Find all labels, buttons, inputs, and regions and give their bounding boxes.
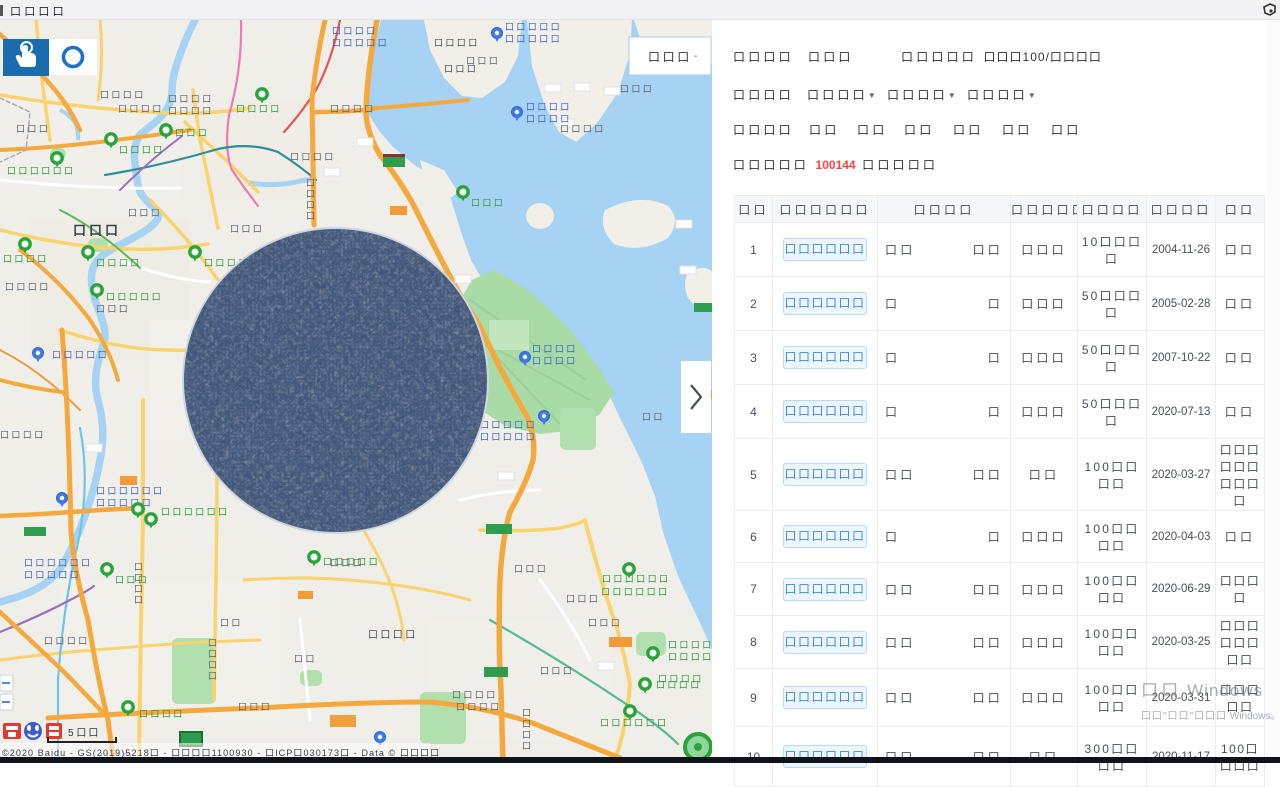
- svg-text:口口口口: 口口口口: [139, 709, 185, 719]
- svg-text:5 口口: 5 口口: [68, 728, 100, 739]
- svg-text:口口口口: 口口口口: [560, 124, 606, 134]
- svg-text:口口口口: 口口口口: [236, 104, 282, 114]
- svg-text:口口口口: 口口口口: [368, 630, 418, 641]
- svg-text:口口: 口口: [294, 654, 317, 664]
- svg-text:口口口: 口口口: [540, 666, 574, 676]
- svg-text:口口口口: 口口口口: [100, 90, 146, 100]
- svg-text:口口口口: 口口口口: [119, 145, 165, 155]
- svg-text:口口口口口口: 口口口口口口: [24, 558, 92, 568]
- svg-text:口口口: 口口口: [128, 208, 162, 218]
- svg-text:口口口口: 口口口口: [96, 258, 142, 268]
- svg-text:口口口口口: 口口口口口: [323, 557, 380, 567]
- svg-text:口口口口: 口口口口: [330, 104, 376, 114]
- svg-text:口口口: 口口口: [566, 594, 600, 604]
- svg-text:口口口口: 口口口口: [452, 690, 498, 700]
- svg-text:口口: 口口: [220, 618, 243, 628]
- svg-text:口口口口: 口口口口: [526, 102, 572, 112]
- svg-text:口口口口: 口口口口: [290, 152, 336, 162]
- svg-text:口口口口: 口口口口: [0, 430, 46, 440]
- svg-text:口口口口口: 口口口口口: [480, 432, 537, 442]
- svg-text:口口口: 口口口: [230, 224, 264, 234]
- svg-text:口口口口口: 口口口口口: [332, 38, 389, 48]
- svg-text:口口口: 口口口: [16, 124, 50, 134]
- svg-text:口口口口: 口口口口: [521, 708, 531, 752]
- svg-text:口口口口口: 口口口口口: [480, 420, 537, 430]
- svg-text:口口口口口口: 口口口口口口: [7, 166, 75, 176]
- svg-text:口口口口: 口口口口: [44, 636, 90, 646]
- svg-text:口口口: 口口口: [444, 64, 478, 74]
- svg-text:口口口: 口口口: [620, 84, 654, 94]
- svg-text:口口口口口口: 口口口口口口: [601, 587, 669, 597]
- svg-text:口口口口口口: 口口口口口口: [602, 574, 670, 584]
- svg-text:口口: 口口: [642, 412, 665, 422]
- svg-text:口口口口口口: 口口口口口口: [161, 507, 229, 517]
- svg-text:口口口口: 口口口口: [456, 702, 502, 712]
- svg-text:口口口口口: 口口口口口: [505, 34, 562, 44]
- svg-text:口口口口: 口口口口: [305, 178, 315, 222]
- svg-text:口口口: 口口口: [96, 304, 130, 314]
- svg-text:口口口口口: 口口口口口: [505, 22, 562, 32]
- svg-text:口口口口口: 口口口口口: [24, 570, 81, 580]
- svg-text:口口口: 口口口: [73, 223, 121, 238]
- svg-text:口口口口: 口口口口: [532, 344, 578, 354]
- svg-text:口口口口口: 口口口口口: [96, 498, 153, 508]
- svg-text:口口口: 口口口: [648, 50, 692, 64]
- svg-text:口口口: 口口口: [471, 198, 505, 208]
- svg-text:口口口口: 口口口口: [668, 652, 712, 662]
- svg-text:口口口口: 口口口口: [656, 680, 702, 690]
- svg-text:口口口口: 口口口口: [332, 26, 378, 36]
- svg-text:口口口: 口口口: [175, 128, 209, 138]
- svg-text:口口口口: 口口口口: [532, 356, 578, 366]
- svg-text:口口口: 口口口: [238, 702, 272, 712]
- svg-text:口口口: 口口口: [115, 575, 149, 585]
- svg-text:口口口: 口口口: [588, 618, 622, 628]
- svg-text:口口口口: 口口口口: [118, 104, 164, 114]
- svg-text:口口口口口口: 口口口口口口: [96, 486, 164, 496]
- svg-text:口口口口口: 口口口口口: [52, 350, 109, 360]
- svg-text:口口口口: 口口口口: [168, 106, 214, 116]
- svg-text:口口口口: 口口口口: [207, 638, 217, 682]
- svg-text:口口口口口: 口口口口口: [668, 640, 712, 650]
- svg-text:口口口口: 口口口口: [526, 114, 572, 124]
- svg-text:口口口口: 口口口口: [3, 254, 49, 264]
- svg-text:口口口: 口口口: [514, 564, 548, 574]
- svg-text:口口口口口口: 口口口口口口: [600, 718, 668, 728]
- svg-text:口口口口口: 口口口口口: [106, 292, 163, 302]
- svg-text:-: -: [694, 51, 697, 62]
- svg-text:口口口口: 口口口口: [5, 282, 51, 292]
- svg-text:口口口口: 口口口口: [434, 38, 480, 48]
- svg-text:口口口口: 口口口口: [168, 94, 214, 104]
